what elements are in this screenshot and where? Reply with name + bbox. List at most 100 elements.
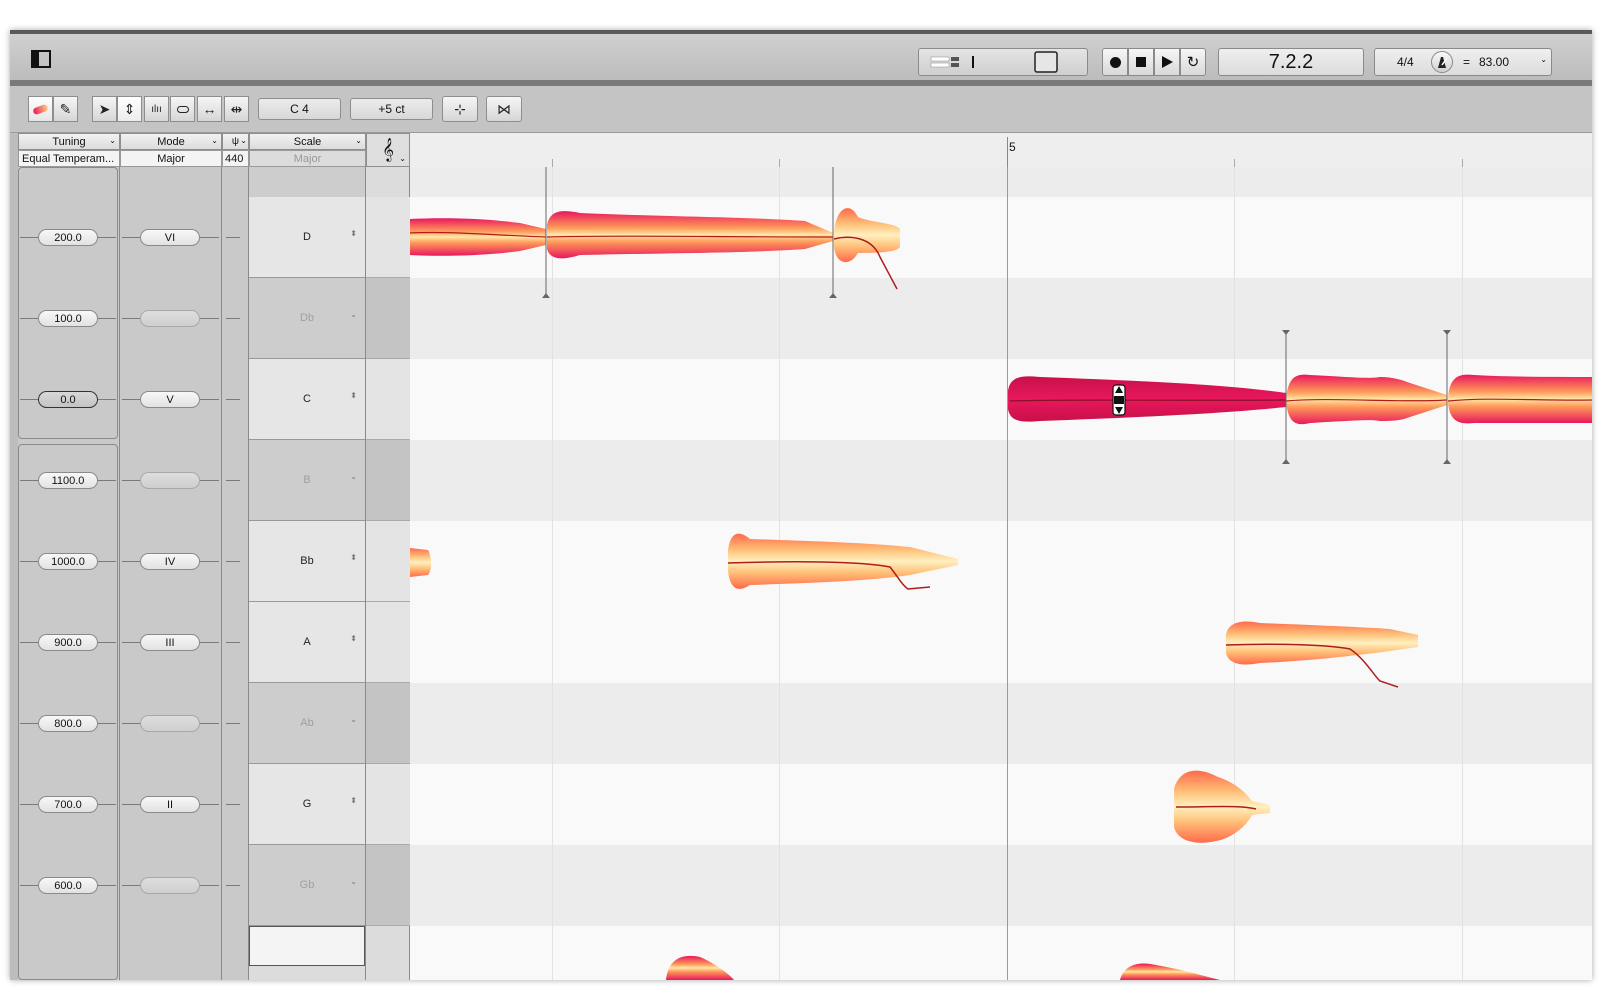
mode-column — [120, 167, 222, 980]
pitch-tool[interactable]: ⇕ — [117, 96, 142, 122]
sidebar-toggle-icon[interactable] — [30, 48, 52, 70]
pitch-tool-cursor — [1112, 384, 1126, 416]
piano-key-black[interactable] — [366, 440, 410, 521]
scale-degree-pill[interactable]: VI — [140, 229, 200, 246]
play-button[interactable] — [1154, 48, 1180, 76]
piano-key-white[interactable] — [366, 764, 410, 845]
chevron-down-icon: ⌄ — [350, 472, 357, 481]
tuning-offset-pill[interactable]: 1100.0 — [38, 472, 98, 489]
scale-note-cell[interactable]: G ⬍ — [249, 764, 365, 845]
scale-label: Scale — [293, 135, 322, 148]
scale-degree-pill[interactable] — [140, 310, 200, 327]
tuning-offset-pill[interactable]: 200.0 — [38, 229, 98, 246]
melodyne-window: ↻ 7.2.2 4/4 = 83.00 ⌄ ✎ ➤ ⇕ ılıı ↔ ⇹ C 4… — [10, 30, 1592, 980]
scale-note-cell[interactable]: Ab ⌄ — [249, 683, 365, 764]
tuning-offset-pill[interactable]: 800.0 — [38, 715, 98, 732]
note-blob-partial[interactable] — [1120, 963, 1220, 980]
blob-view-button[interactable] — [28, 96, 53, 122]
reference-pitch-value[interactable]: 440 — [222, 150, 249, 167]
scale-note-cell[interactable]: Gb ⌄ — [249, 845, 365, 926]
scale-note-cell[interactable]: D ⬍ — [249, 197, 365, 278]
time-macro-icon: ⋈ — [497, 100, 511, 117]
scale-degree-pill[interactable] — [140, 472, 200, 489]
tuning-offset-pill[interactable]: 0.0 — [38, 391, 98, 408]
tuning-offset-pill[interactable]: 1000.0 — [38, 553, 98, 570]
loop-icon: ↻ — [1186, 54, 1200, 71]
scale-note-cell[interactable]: B ⌄ — [249, 440, 365, 521]
ruler-beat-tick — [552, 159, 553, 167]
scale-degree-pill[interactable]: III — [140, 634, 200, 651]
scale-value[interactable]: Major — [249, 150, 366, 167]
scale-cell — [249, 167, 365, 198]
note-blob-c-1[interactable] — [1008, 376, 1287, 422]
piano-key-black[interactable] — [366, 278, 410, 359]
scale-degree-pill[interactable] — [140, 715, 200, 732]
metronome-icon[interactable] — [1431, 51, 1453, 73]
loop-button[interactable]: ↻ — [1180, 48, 1206, 76]
note-blob-bb-1[interactable] — [410, 548, 431, 577]
note-editor[interactable] — [410, 167, 1592, 980]
note-blob-d-3[interactable] — [833, 208, 900, 290]
reference-pitch-header[interactable]: ψ ⌄ — [222, 133, 249, 150]
cents-field[interactable]: +5 ct — [350, 98, 433, 120]
piano-key-white[interactable] — [366, 521, 410, 602]
tuning-value[interactable]: Equal Temperam... — [18, 150, 120, 167]
tempo-display[interactable]: 4/4 = 83.00 ⌄ — [1374, 48, 1552, 76]
scale-note-name: Db — [299, 312, 315, 324]
split-icon: ⇹ — [230, 100, 243, 117]
meter-display[interactable] — [918, 48, 1088, 76]
piano-key-black[interactable] — [366, 845, 410, 926]
scale-degree-pill[interactable] — [140, 877, 200, 894]
piano-key-white[interactable] — [366, 359, 410, 440]
scale-note-cell[interactable]: C ⬍ — [249, 359, 365, 440]
pitch-field[interactable]: C 4 — [258, 98, 341, 120]
timeline-ruler[interactable]: 5 — [410, 133, 1592, 168]
reference-tick — [226, 885, 240, 886]
reference-tick — [226, 642, 240, 643]
scale-degree-pill[interactable]: V — [140, 391, 200, 408]
separation-tool[interactable]: ⇹ — [224, 96, 249, 122]
tuning-offset-pill[interactable]: 900.0 — [38, 634, 98, 651]
piano-key-white[interactable] — [366, 602, 410, 683]
quantize-time-macro-button[interactable]: ⋈ — [486, 96, 522, 122]
scale-note-cell[interactable]: A ⬍ — [249, 602, 365, 683]
scale-note-cell[interactable]: Bb ⬍ — [249, 521, 365, 602]
note-blob-a-1[interactable] — [1225, 621, 1418, 688]
note-blob-c-3[interactable] — [1447, 374, 1592, 424]
up-down-arrows-icon: ⬍ — [350, 553, 357, 562]
select-tool[interactable]: ➤ — [92, 96, 117, 122]
note-blob-d-2[interactable] — [546, 211, 834, 259]
up-down-arrows-icon: ⬍ — [350, 634, 357, 643]
tuning-offset-pill[interactable]: 100.0 — [38, 310, 98, 327]
position-display[interactable]: 7.2.2 — [1218, 48, 1364, 76]
record-button[interactable] — [1102, 48, 1128, 76]
mode-header[interactable]: Mode ⌄ — [120, 133, 222, 150]
tuning-offset-pill[interactable]: 700.0 — [38, 796, 98, 813]
note-blob-d-1[interactable] — [410, 218, 547, 256]
note-blob-g-1[interactable] — [1174, 770, 1270, 843]
scale-degree-pill[interactable]: IV — [140, 553, 200, 570]
note-blob-bb-2[interactable] — [727, 533, 958, 590]
scale-degree-pill[interactable]: II — [140, 796, 200, 813]
scale-header[interactable]: Scale ⌄ — [249, 133, 366, 150]
piano-key-white[interactable] — [366, 197, 410, 278]
note-blob-c-2[interactable] — [1285, 374, 1448, 425]
time-tool[interactable]: ↔ — [197, 96, 222, 122]
correct-pitch-macro-button[interactable]: ⊹ — [442, 96, 478, 122]
stop-button[interactable] — [1128, 48, 1154, 76]
note-blob-partial[interactable] — [666, 955, 734, 980]
tuning-offset-pill[interactable]: 600.0 — [38, 877, 98, 894]
record-icon — [1109, 56, 1121, 68]
reference-tick — [226, 237, 240, 238]
scale-note-cell[interactable]: Db ⌄ — [249, 278, 365, 359]
formant-tool[interactable] — [170, 96, 195, 122]
tools-button[interactable]: ✎ — [53, 96, 78, 122]
piano-key-black[interactable] — [366, 683, 410, 764]
clef-header[interactable]: 𝄞 ⌄ — [366, 133, 410, 167]
chevron-down-icon[interactable]: ⌄ — [1540, 55, 1547, 64]
reference-tick — [226, 561, 240, 562]
tuning-header[interactable]: Tuning ⌄ — [18, 133, 120, 150]
amplitude-tool[interactable]: ılıı — [144, 96, 169, 122]
up-down-arrows-icon: ⬍ — [350, 229, 357, 238]
mode-value[interactable]: Major — [120, 150, 222, 167]
